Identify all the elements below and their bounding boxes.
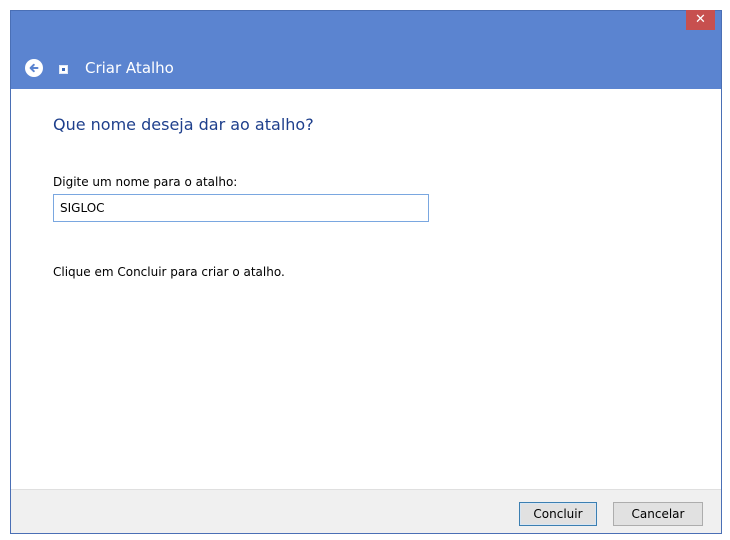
cancel-button[interactable]: Cancelar: [613, 502, 703, 526]
shortcut-wizard-icon: [59, 65, 68, 74]
close-button[interactable]: ✕: [686, 10, 715, 30]
finish-hint: Clique em Concluir para criar o atalho.: [53, 265, 285, 279]
name-field-label: Digite um nome para o atalho:: [53, 175, 238, 189]
back-arrow-icon: [29, 63, 39, 73]
wizard-header: Criar Atalho: [11, 51, 721, 85]
window-title: Criar Atalho: [85, 59, 174, 77]
close-icon: ✕: [695, 12, 706, 27]
background-strip: [0, 0, 10, 540]
page-heading: Que nome deseja dar ao atalho?: [53, 115, 314, 134]
button-bar: Concluir Cancelar: [11, 489, 721, 533]
wizard-content: Que nome deseja dar ao atalho? Digite um…: [11, 89, 721, 489]
finish-button[interactable]: Concluir: [519, 502, 597, 526]
create-shortcut-window: ✕ Criar Atalho Que nome deseja dar ao at…: [10, 10, 722, 534]
back-button[interactable]: [25, 59, 43, 77]
shortcut-name-input[interactable]: [53, 194, 429, 222]
